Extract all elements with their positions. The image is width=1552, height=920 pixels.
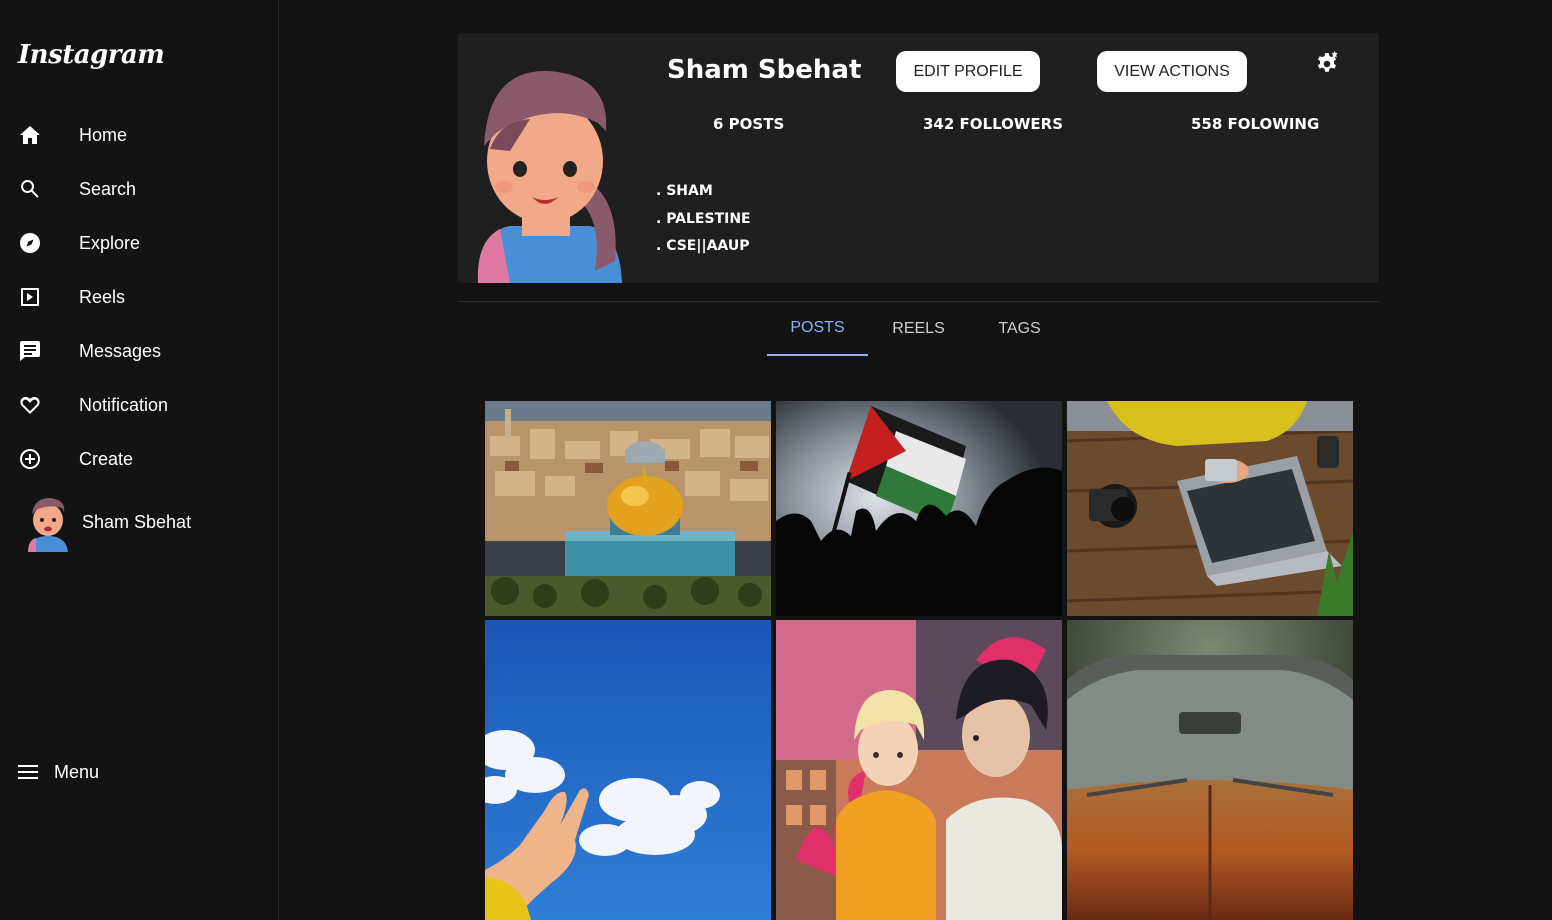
sidebar-item-search[interactable]: Search: [0, 162, 279, 216]
post-thumbnail[interactable]: [776, 620, 1062, 920]
hamburger-icon: [18, 765, 38, 779]
sidebar-item-label: Menu: [54, 761, 100, 782]
sidebar-nav: Home Search Explore Reels Messages Notif…: [0, 108, 279, 486]
sidebar-item-label: Reels: [79, 286, 126, 307]
posts-count[interactable]: 6 POSTS: [713, 115, 784, 133]
message-icon: [18, 339, 42, 363]
sidebar-item-notification[interactable]: Notification: [0, 378, 279, 432]
post-thumbnail[interactable]: [485, 620, 771, 920]
profile-username: Sham Sbehat: [667, 55, 862, 85]
sidebar-item-create[interactable]: Create: [0, 432, 279, 486]
sidebar-item-messages[interactable]: Messages: [0, 324, 279, 378]
post-thumbnail[interactable]: [1067, 620, 1353, 920]
sidebar-item-label: Create: [79, 448, 134, 469]
sidebar-item-reels[interactable]: Reels: [0, 270, 279, 324]
view-actions-button[interactable]: VIEW ACTIONS: [1097, 51, 1247, 92]
instagram-logo[interactable]: Instagram: [18, 40, 165, 70]
sidebar-item-label: Messages: [79, 340, 162, 361]
profile-header: Sham Sbehat EDIT PROFILE VIEW ACTIONS 6 …: [458, 33, 1379, 283]
sidebar-item-menu[interactable]: Menu: [16, 760, 99, 784]
sidebar-item-label: Home: [79, 124, 128, 145]
home-icon: [18, 123, 42, 147]
tab-posts[interactable]: POSTS: [767, 302, 868, 356]
followers-count[interactable]: 342 FOLLOWERS: [923, 115, 1063, 133]
bio-line: . SHAM: [656, 183, 713, 199]
compass-icon: [18, 231, 42, 255]
gear-icon[interactable]: [1314, 51, 1340, 77]
search-icon: [18, 177, 42, 201]
tab-tags[interactable]: TAGS: [969, 302, 1070, 356]
sidebar-item-explore[interactable]: Explore: [0, 216, 279, 270]
bio-line: . PALESTINE: [656, 210, 751, 227]
post-thumbnail[interactable]: [776, 401, 1062, 616]
profile-tabs: POSTS REELS TAGS: [767, 302, 1070, 356]
posts-grid: [485, 401, 1353, 920]
sidebar-item-label: Search: [79, 178, 137, 199]
profile-bio: . SHAM . PALESTINE . CSE||AAUP: [656, 178, 751, 261]
post-thumbnail[interactable]: [485, 401, 771, 616]
sidebar-item-label: Notification: [79, 394, 169, 415]
bio-line: . CSE||AAUP: [656, 238, 750, 254]
edit-profile-button[interactable]: EDIT PROFILE: [896, 51, 1040, 92]
avatar: [22, 492, 74, 552]
tab-reels[interactable]: REELS: [868, 302, 969, 356]
sidebar-item-label: Explore: [79, 232, 141, 253]
plus-circle-icon: [18, 447, 42, 471]
heart-icon: [18, 393, 42, 417]
post-thumbnail[interactable]: [1067, 401, 1353, 616]
following-count[interactable]: 558 FOLOWING: [1191, 115, 1319, 133]
sidebar: Instagram Home Search Explore Reels Mess…: [0, 0, 279, 920]
reels-icon: [18, 285, 42, 309]
profile-avatar[interactable]: [470, 61, 628, 283]
sidebar-item-home[interactable]: Home: [0, 108, 279, 162]
sidebar-item-label: Sham Sbehat: [82, 511, 192, 532]
sidebar-item-profile[interactable]: Sham Sbehat: [22, 492, 191, 552]
